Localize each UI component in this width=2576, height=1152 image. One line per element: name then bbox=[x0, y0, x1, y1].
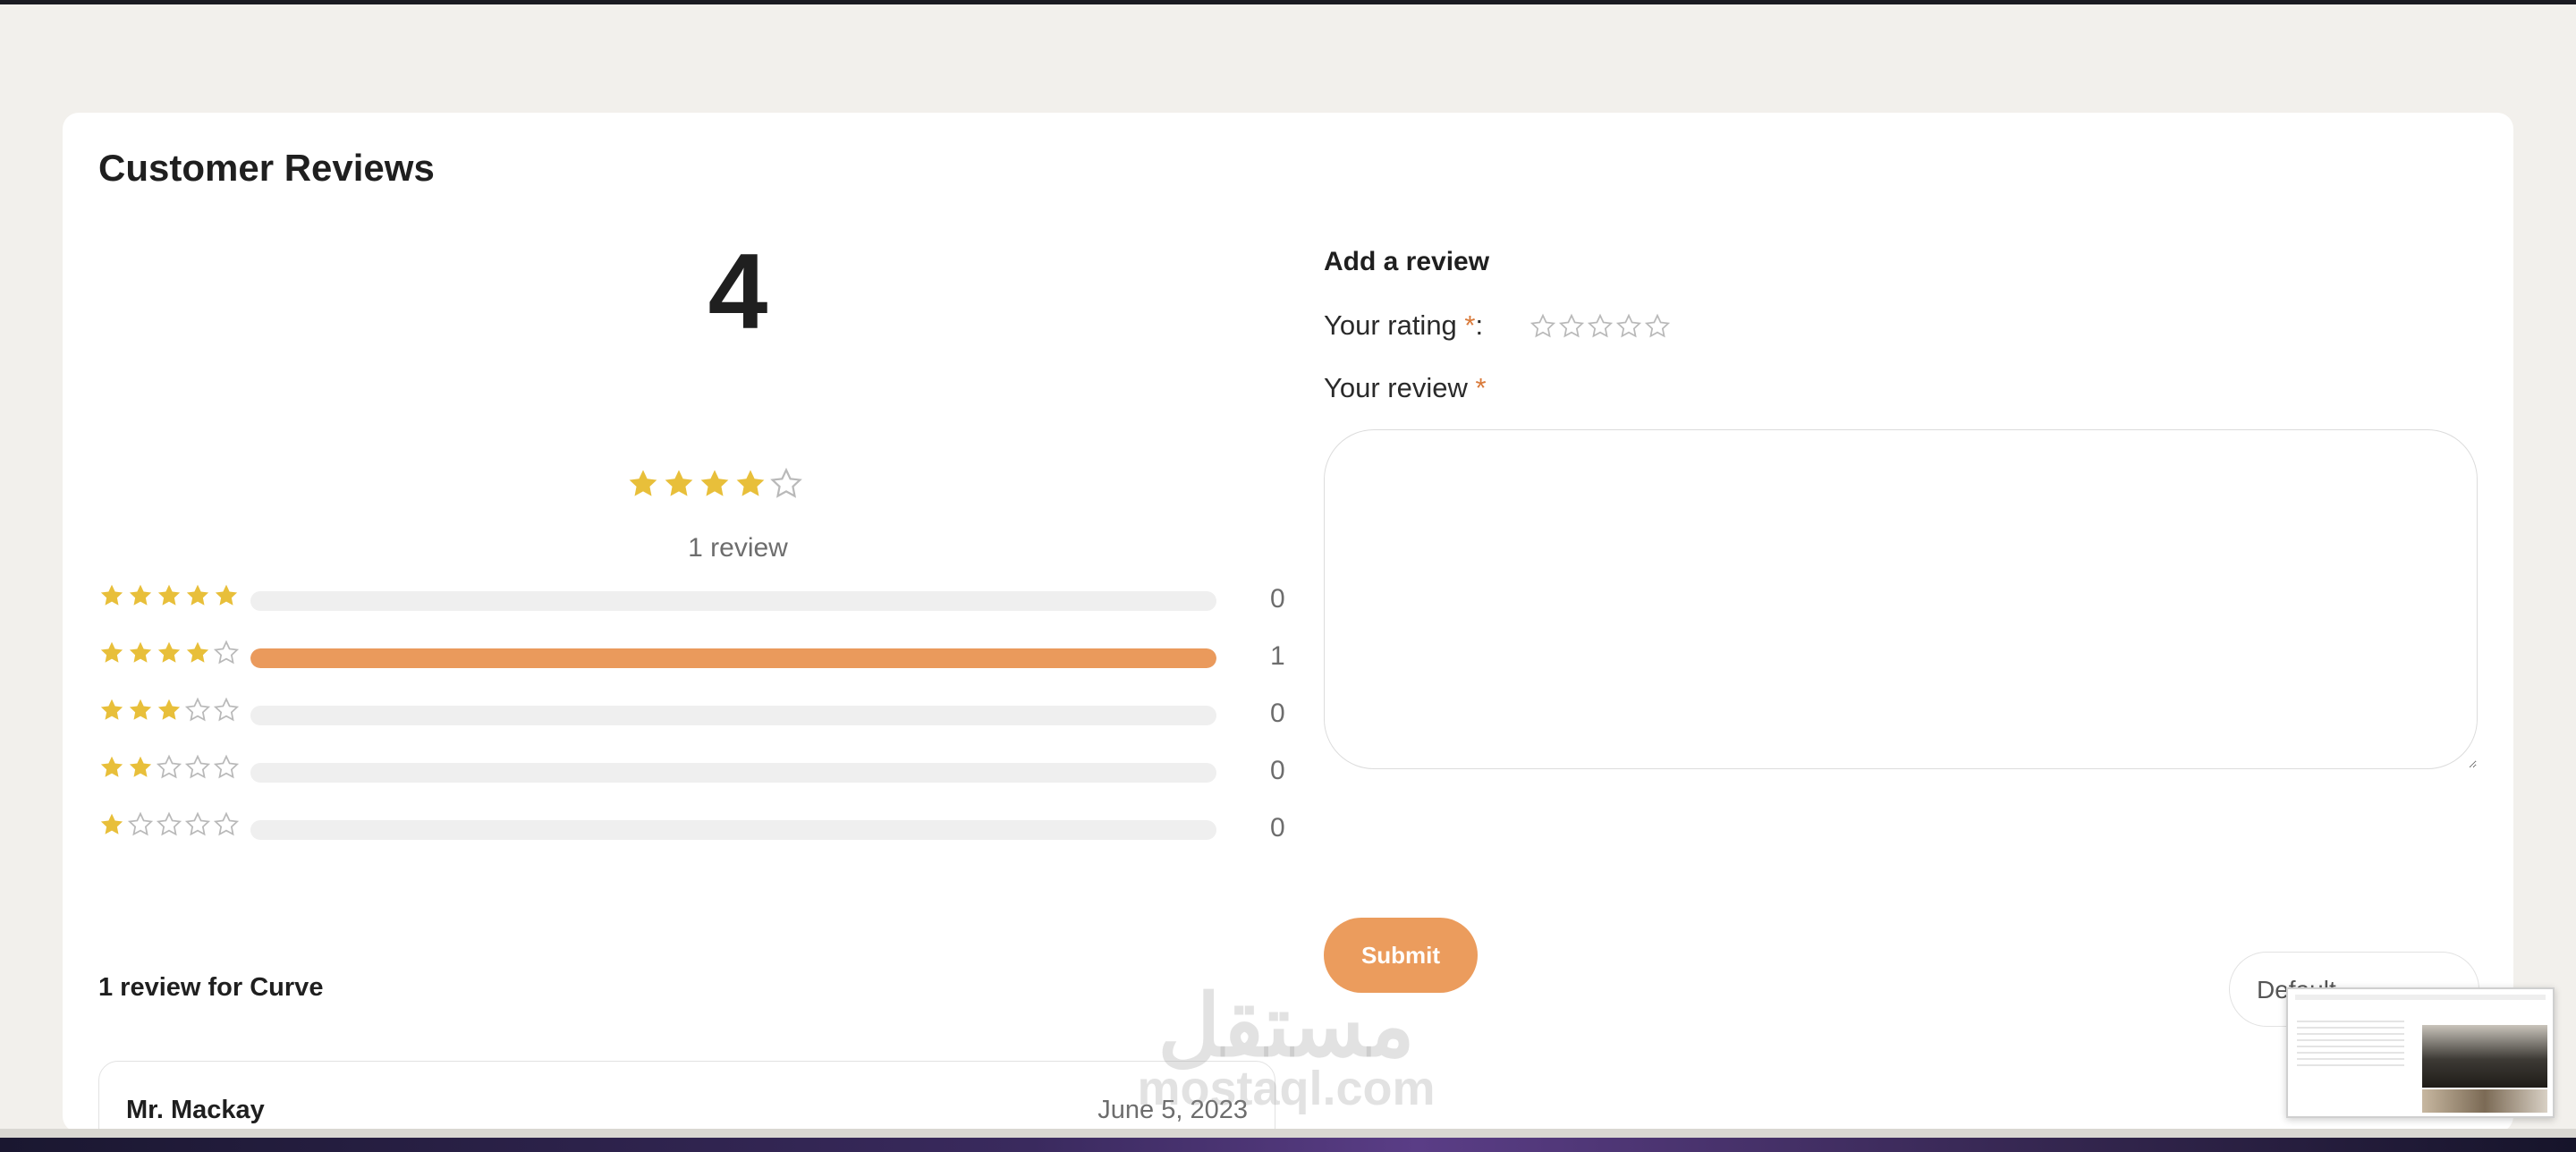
rating-row-count: 0 bbox=[1270, 584, 1285, 614]
star-filled-icon bbox=[98, 582, 125, 609]
review-label-text: Your review bbox=[1324, 372, 1468, 403]
thumbnail-image-strip bbox=[2422, 1089, 2547, 1113]
rating-row-5: 0 bbox=[98, 582, 1324, 618]
window-top-border bbox=[0, 0, 2576, 4]
star-outline-icon[interactable] bbox=[1558, 313, 1585, 340]
star-outline-icon[interactable] bbox=[1530, 313, 1556, 340]
star-filled-icon bbox=[98, 754, 125, 781]
rating-bar-track bbox=[250, 763, 1216, 783]
rating-row-4: 1 bbox=[98, 640, 1324, 675]
review-count: 1 review bbox=[688, 533, 788, 563]
star-filled-icon bbox=[127, 640, 154, 666]
rating-bar-track bbox=[250, 706, 1216, 725]
section-title: Customer Reviews bbox=[98, 147, 435, 189]
average-rating-stars bbox=[626, 467, 803, 501]
rating-row-count: 0 bbox=[1270, 699, 1285, 728]
star-filled-icon bbox=[156, 582, 182, 609]
star-filled-icon bbox=[98, 697, 125, 724]
submit-button[interactable]: Submit bbox=[1324, 918, 1478, 993]
star-outline-icon bbox=[184, 754, 211, 781]
required-mark: * bbox=[1475, 372, 1487, 403]
reviewer-name: Mr. Mackay bbox=[126, 1096, 265, 1124]
rating-input[interactable] bbox=[1530, 313, 1671, 340]
average-rating-value: 4 bbox=[708, 232, 768, 352]
rating-bar-track bbox=[250, 648, 1216, 668]
rating-row-1: 0 bbox=[98, 811, 1324, 847]
star-filled-icon bbox=[184, 582, 211, 609]
rating-row-stars bbox=[98, 640, 240, 666]
rating-row-count: 1 bbox=[1270, 641, 1285, 671]
review-textarea[interactable] bbox=[1324, 429, 2478, 769]
required-mark: * bbox=[1464, 309, 1476, 341]
thumbnail-header bbox=[2295, 995, 2546, 1000]
rating-bar-track bbox=[250, 820, 1216, 840]
rating-row-3: 0 bbox=[98, 697, 1324, 733]
form-title: Add a review bbox=[1324, 247, 1490, 276]
star-outline-icon bbox=[769, 467, 803, 501]
star-outline-icon bbox=[213, 640, 240, 666]
star-filled-icon bbox=[156, 640, 182, 666]
rating-label-text: Your rating bbox=[1324, 309, 1457, 341]
rating-row-stars bbox=[98, 582, 240, 609]
screenshot-thumbnail[interactable] bbox=[2286, 987, 2555, 1118]
star-outline-icon bbox=[156, 754, 182, 781]
window-bottom-frame bbox=[0, 1129, 2576, 1152]
rating-row-2: 0 bbox=[98, 754, 1324, 790]
rating-row-stars bbox=[98, 754, 240, 781]
rating-row-count: 0 bbox=[1270, 813, 1285, 843]
star-filled-icon bbox=[626, 467, 660, 501]
star-filled-icon bbox=[733, 467, 767, 501]
star-filled-icon bbox=[98, 811, 125, 838]
star-outline-icon bbox=[156, 811, 182, 838]
star-filled-icon bbox=[213, 582, 240, 609]
star-outline-icon[interactable] bbox=[1644, 313, 1671, 340]
star-filled-icon bbox=[127, 697, 154, 724]
thumbnail-text bbox=[2297, 1016, 2404, 1070]
rating-label: Your rating *: bbox=[1324, 309, 1483, 342]
review-date: June 5, 2023 bbox=[1097, 1096, 1248, 1124]
star-filled-icon bbox=[127, 754, 154, 781]
star-filled-icon bbox=[184, 640, 211, 666]
thumbnail-image bbox=[2422, 1025, 2547, 1088]
rating-bar-track bbox=[250, 591, 1216, 611]
star-outline-icon bbox=[184, 697, 211, 724]
rating-row-count: 0 bbox=[1270, 756, 1285, 785]
star-outline-icon bbox=[213, 697, 240, 724]
star-filled-icon bbox=[127, 582, 154, 609]
star-filled-icon bbox=[698, 467, 732, 501]
rating-label-colon: : bbox=[1475, 309, 1484, 341]
star-outline-icon bbox=[184, 811, 211, 838]
reviews-list-title: 1 review for Curve bbox=[98, 973, 324, 1002]
star-outline-icon bbox=[213, 754, 240, 781]
star-filled-icon bbox=[662, 467, 696, 501]
star-outline-icon bbox=[213, 811, 240, 838]
star-outline-icon[interactable] bbox=[1587, 313, 1614, 340]
review-item: Mr. Mackay June 5, 2023 bbox=[98, 1061, 1275, 1132]
star-filled-icon bbox=[156, 697, 182, 724]
rating-bar-fill bbox=[250, 648, 1216, 668]
rating-row-stars bbox=[98, 697, 240, 724]
review-label: Your review * bbox=[1324, 372, 1487, 404]
star-filled-icon bbox=[98, 640, 125, 666]
star-outline-icon[interactable] bbox=[1615, 313, 1642, 340]
star-outline-icon bbox=[127, 811, 154, 838]
reviews-card: Customer Reviews 4 1 review 0 1 0 0 0 Add a … bbox=[63, 113, 2513, 1132]
rating-row-stars bbox=[98, 811, 240, 838]
